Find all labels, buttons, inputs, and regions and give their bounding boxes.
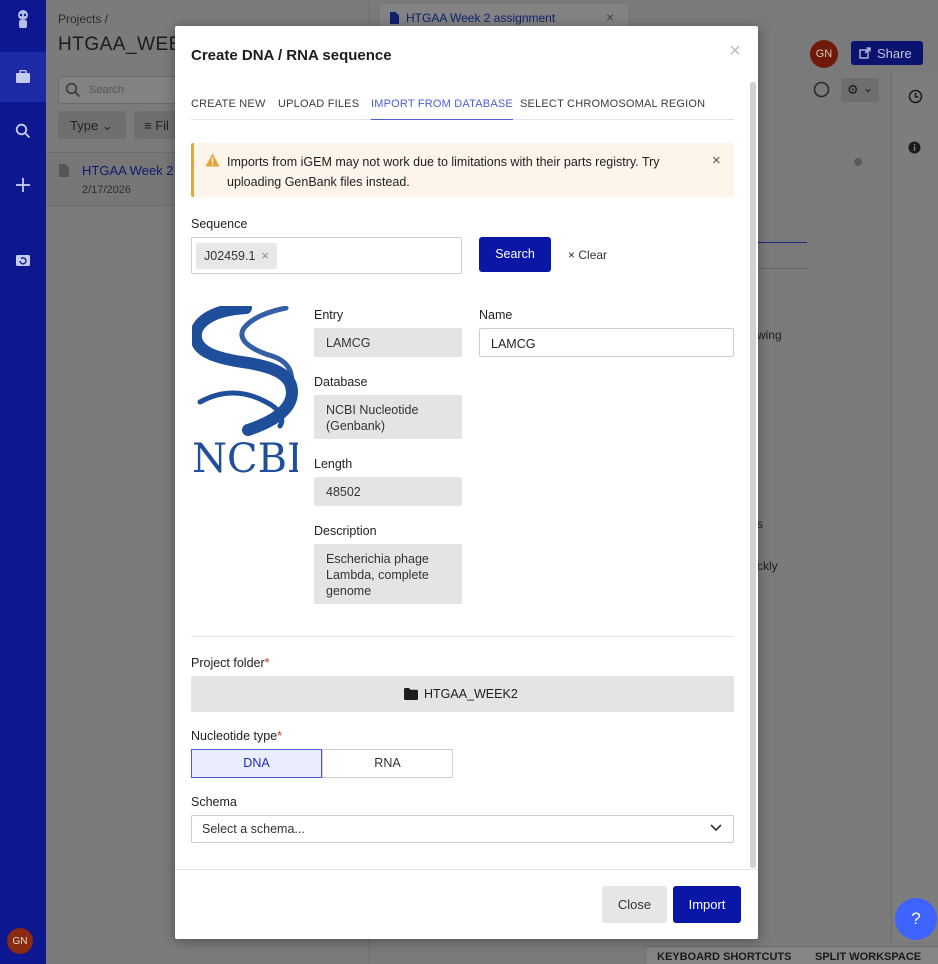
import-button[interactable]: Import: [673, 886, 741, 923]
project-folder-value: HTGAA_WEEK2: [404, 687, 518, 701]
tab-label: HTGAA Week 2 assignment: [406, 11, 556, 25]
avatar[interactable]: GN: [810, 40, 838, 68]
dialog-footer: Close Import: [175, 869, 758, 939]
settings-button[interactable]: ⚙ ⌄: [841, 78, 879, 102]
list-item-date: 2/17/2026: [82, 184, 131, 196]
sequence-tag[interactable]: J02459.1 ×: [196, 243, 277, 269]
chevron-down-icon: ⌄: [863, 81, 874, 95]
plus-icon[interactable]: [9, 171, 37, 199]
database-value: NCBI Nucleotide (Genbank): [314, 395, 462, 439]
tab-select-chromosomal-region[interactable]: SELECT CHROMOSOMAL REGION: [520, 98, 705, 120]
clear-label: Clear: [578, 248, 608, 262]
sequence-label: Sequence: [191, 217, 248, 231]
keyboard-shortcuts-link[interactable]: KEYBOARD SHORTCUTS: [657, 951, 791, 963]
chevron-down-icon: [710, 824, 722, 832]
close-button[interactable]: Close: [602, 886, 667, 923]
share-icon: [859, 47, 871, 59]
background-text: wing: [757, 328, 782, 342]
required-mark: *: [264, 656, 270, 670]
share-button[interactable]: Share: [851, 41, 923, 65]
filter-icon: ≡: [144, 118, 152, 133]
schema-placeholder: Select a schema...: [202, 822, 305, 836]
database-label: Database: [314, 375, 368, 389]
warning-callout: Imports from iGEM may not work due to li…: [191, 143, 734, 197]
gear-icon: ⚙: [847, 82, 859, 97]
search-icon: [65, 82, 81, 98]
search-placeholder: Search: [89, 84, 124, 96]
palette-icon[interactable]: [813, 81, 830, 98]
entry-label: Entry: [314, 308, 344, 322]
nucleotide-dna-option[interactable]: DNA: [191, 749, 322, 778]
search-button[interactable]: Search: [479, 237, 551, 272]
info-icon[interactable]: [908, 141, 921, 154]
tab-upload-files[interactable]: UPLOAD FILES: [278, 98, 359, 120]
length-label: Length: [314, 457, 353, 471]
briefcase-icon[interactable]: [0, 52, 46, 102]
folder-icon: [404, 688, 418, 700]
scroll-marker: [854, 158, 862, 166]
help-button[interactable]: ?: [895, 898, 937, 940]
length-value: 48502: [314, 477, 462, 506]
type-filter-button[interactable]: Type ⌄: [58, 111, 126, 139]
scrollbar-thumb[interactable]: [750, 82, 756, 868]
name-field[interactable]: LAMCG: [479, 328, 734, 357]
tab-import-from-database[interactable]: IMPORT FROM DATABASE: [371, 98, 513, 120]
create-sequence-dialog: Create DNA / RNA sequence × CREATE NEW U…: [175, 26, 758, 939]
avatar[interactable]: GN: [7, 928, 33, 954]
avatar-initials: GN: [815, 48, 833, 60]
refresh-icon[interactable]: [9, 246, 37, 274]
sequence-tag-label: J02459.1: [204, 249, 256, 263]
help-label: ?: [911, 909, 921, 928]
dialog-title: Create DNA / RNA sequence: [191, 47, 392, 64]
breadcrumb[interactable]: Projects /: [58, 12, 108, 26]
project-folder-label: Project folder*: [191, 656, 270, 670]
schema-select[interactable]: Select a schema...: [191, 815, 734, 843]
project-folder-name: HTGAA_WEEK2: [424, 687, 518, 701]
close-icon[interactable]: ×: [606, 9, 614, 25]
dialog-tabs: CREATE NEW UPLOAD FILES IMPORT FROM DATA…: [191, 98, 734, 120]
required-mark: *: [277, 729, 283, 743]
home-icon[interactable]: [9, 6, 37, 34]
divider: [191, 636, 734, 637]
nucleotide-type-label-text: Nucleotide type: [191, 729, 278, 743]
clear-button[interactable]: × Clear: [568, 248, 607, 262]
schema-label: Schema: [191, 795, 237, 809]
left-nav: GN: [0, 0, 46, 964]
project-folder-label-text: Project folder: [191, 656, 265, 670]
sequence-input[interactable]: J02459.1 ×: [191, 237, 462, 274]
search-icon[interactable]: [9, 117, 37, 145]
warning-message: Imports from iGEM may not work due to li…: [227, 155, 660, 189]
list-item-name: HTGAA Week 2: [82, 163, 174, 178]
project-folder-picker[interactable]: HTGAA_WEEK2: [191, 676, 734, 712]
description-label: Description: [314, 524, 377, 538]
close-icon[interactable]: ×: [726, 41, 744, 61]
split-workspace-link[interactable]: SPLIT WORKSPACE: [815, 951, 921, 963]
close-icon: ×: [568, 248, 576, 262]
document-icon: [390, 12, 399, 24]
ncbi-logo: NCBI: [192, 306, 298, 474]
clock-icon[interactable]: [908, 89, 923, 104]
filter-label: Fil: [155, 118, 169, 133]
share-label: Share: [877, 46, 912, 61]
entry-value: LAMCG: [314, 328, 462, 357]
type-filter-label: Type: [70, 118, 99, 133]
background-text: ckly: [757, 559, 778, 573]
name-label: Name: [479, 308, 513, 322]
chevron-down-icon: ⌄: [101, 118, 113, 133]
tab-create-new[interactable]: CREATE NEW: [191, 98, 266, 120]
ncbi-logo-text: NCBI: [192, 436, 298, 474]
document-icon: [59, 164, 69, 177]
description-value: Escherichia phage Lambda, complete genom…: [314, 544, 462, 604]
avatar-initials: GN: [12, 935, 28, 947]
footer-bar: KEYBOARD SHORTCUTS SPLIT WORKSPACE: [647, 946, 938, 964]
warning-icon: [205, 153, 220, 167]
remove-tag-icon[interactable]: ×: [261, 249, 268, 263]
close-icon[interactable]: ×: [712, 152, 721, 169]
nucleotide-rna-option[interactable]: RNA: [322, 749, 453, 778]
right-sidebar: [891, 72, 938, 942]
nucleotide-type-label: Nucleotide type*: [191, 729, 282, 743]
